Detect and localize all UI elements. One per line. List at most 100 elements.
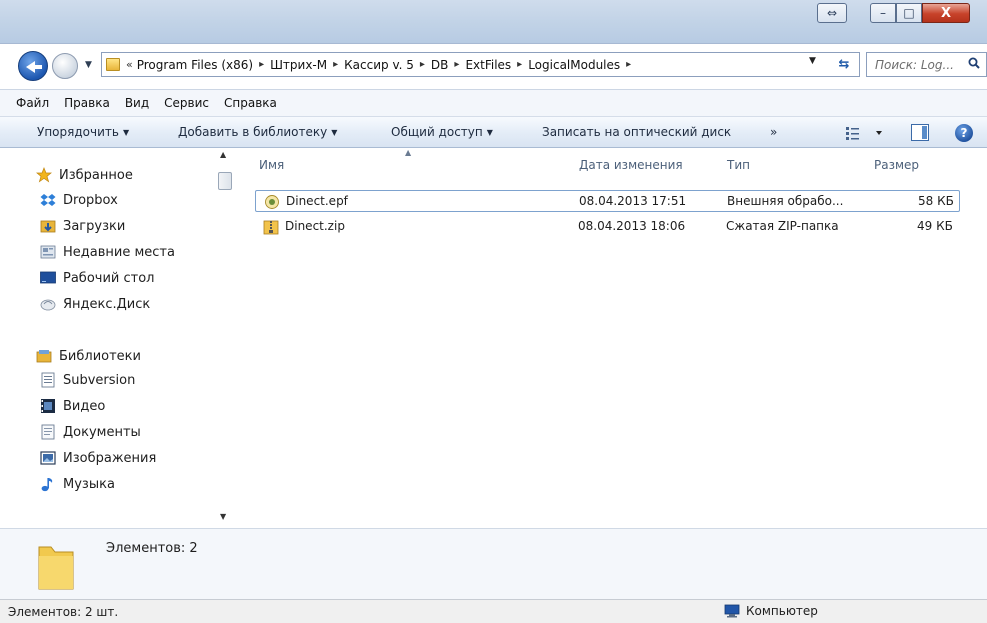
- nav-favorites-label: Избранное: [59, 167, 133, 183]
- maximize-button[interactable]: □: [896, 3, 922, 23]
- nav-item-yandex-disk[interactable]: Яндекс.Диск: [40, 294, 150, 314]
- nav-item-documents[interactable]: Документы: [40, 422, 141, 442]
- minimize-button[interactable]: –: [870, 3, 896, 23]
- file-name: Dinect.zip: [285, 219, 345, 233]
- title-bar: ⇔ – □ X: [0, 0, 987, 44]
- breadcrumb-item[interactable]: Штрих-М: [270, 58, 327, 72]
- library-document-icon: [41, 372, 55, 388]
- chevron-down-icon: ▼: [122, 128, 130, 137]
- documents-icon: [41, 424, 55, 440]
- navigation-scrollbar[interactable]: ▲ ▼: [216, 148, 234, 528]
- breadcrumb-separator-icon[interactable]: ▸: [333, 59, 338, 70]
- burn-label: Записать на оптический диск: [542, 125, 732, 139]
- menu-tools[interactable]: Сервис: [164, 96, 209, 110]
- nav-item-video[interactable]: Видео: [40, 396, 105, 416]
- computer-icon: [724, 604, 740, 618]
- folder-icon: [38, 546, 74, 590]
- file-date: 08.04.2013 18:06: [578, 219, 686, 233]
- nav-item-recent[interactable]: Недавние места: [40, 242, 175, 262]
- yandex-disk-icon: [40, 299, 56, 311]
- star-icon: [36, 167, 52, 183]
- breadcrumb-item[interactable]: Кассир v. 5: [344, 58, 414, 72]
- nav-item-dropbox[interactable]: Dropbox: [40, 190, 118, 210]
- nav-item-music[interactable]: Музыка: [40, 474, 115, 494]
- resize-button[interactable]: ⇔: [817, 3, 847, 23]
- menu-bar: Файл Правка Вид Сервис Справка: [0, 89, 987, 117]
- forward-button[interactable]: [52, 53, 78, 79]
- explorer-window: ⇔ – □ X ▼ « Program Files (x86) ▸ Штрих-…: [0, 0, 987, 623]
- address-bar[interactable]: « Program Files (x86) ▸ Штрих-М ▸ Кассир…: [101, 52, 860, 77]
- nav-item-label: Загрузки: [63, 218, 126, 234]
- file-size: 58 КБ: [918, 194, 954, 208]
- nav-item-label: Изображения: [63, 450, 157, 466]
- nav-item-label: Рабочий стол: [63, 270, 155, 286]
- column-header-date[interactable]: Дата изменения: [579, 158, 683, 172]
- nav-item-downloads[interactable]: Загрузки: [40, 216, 125, 236]
- menu-file[interactable]: Файл: [16, 96, 49, 110]
- file-date: 08.04.2013 17:51: [579, 194, 687, 208]
- breadcrumb-separator-icon[interactable]: ▸: [259, 59, 264, 70]
- file-row[interactable]: Dinect.epf 08.04.2013 17:51 Внешняя обра…: [255, 190, 960, 212]
- nav-item-pictures[interactable]: Изображения: [40, 448, 156, 468]
- history-dropdown-icon[interactable]: ▼: [85, 60, 92, 70]
- epf-file-icon: [265, 195, 279, 209]
- breadcrumb-item[interactable]: ExtFiles: [465, 58, 511, 72]
- breadcrumb-item[interactable]: LogicalModules: [528, 58, 620, 72]
- status-location-label: Компьютер: [746, 604, 818, 618]
- nav-item-label: Документы: [63, 424, 141, 440]
- menu-view[interactable]: Вид: [125, 96, 149, 110]
- pictures-icon: [40, 451, 56, 465]
- nav-item-subversion[interactable]: Subversion: [40, 370, 135, 390]
- nav-libraries[interactable]: Библиотеки: [36, 346, 141, 366]
- share-button[interactable]: Общий доступ ▼: [391, 125, 493, 139]
- help-icon[interactable]: ?: [955, 124, 973, 142]
- close-button[interactable]: X: [922, 3, 970, 23]
- search-icon[interactable]: [968, 57, 980, 69]
- chevron-down-icon: ▼: [486, 128, 493, 137]
- nav-item-label: Видео: [63, 398, 106, 414]
- navigation-pane: Избранное Dropbox Загрузки Недавние мест…: [0, 148, 238, 528]
- folder-icon: [106, 58, 120, 71]
- command-bar: Упорядочить ▼ Добавить в библиотеку ▼ Общи…: [0, 117, 987, 148]
- refresh-icon[interactable]: ⇆: [832, 53, 856, 75]
- burn-button[interactable]: Записать на оптический диск: [542, 125, 731, 139]
- address-dropdown-icon[interactable]: ▼: [809, 56, 816, 66]
- scroll-up-icon[interactable]: ▲: [220, 150, 226, 159]
- back-button[interactable]: [18, 51, 48, 81]
- breadcrumb-separator-icon[interactable]: ▸: [454, 59, 459, 70]
- column-header-name[interactable]: Имя: [259, 158, 284, 172]
- file-size: 49 КБ: [917, 219, 953, 233]
- preview-pane-icon[interactable]: [911, 124, 929, 141]
- add-to-library-button[interactable]: Добавить в библиотеку ▼: [178, 125, 337, 139]
- organize-button[interactable]: Упорядочить ▼: [37, 125, 129, 139]
- more-commands-button[interactable]: »: [770, 125, 777, 139]
- menu-help[interactable]: Справка: [224, 96, 277, 110]
- file-type: Сжатая ZIP-папка: [726, 219, 839, 233]
- breadcrumb-item[interactable]: Program Files (x86): [137, 58, 253, 72]
- nav-item-label: Музыка: [63, 476, 115, 492]
- file-name: Dinect.epf: [286, 194, 348, 208]
- breadcrumb-overflow[interactable]: «: [126, 58, 133, 71]
- scroll-thumb[interactable]: [218, 172, 232, 190]
- desktop-icon: [40, 271, 56, 284]
- scroll-down-icon[interactable]: ▼: [220, 512, 226, 521]
- nav-item-label: Subversion: [63, 372, 136, 388]
- breadcrumb-separator-icon[interactable]: ▸: [517, 59, 522, 70]
- dropbox-icon: [40, 194, 56, 206]
- nav-item-label: Яндекс.Диск: [63, 296, 151, 312]
- add-to-library-label: Добавить в библиотеку: [178, 125, 328, 139]
- column-header-type[interactable]: Тип: [727, 158, 750, 172]
- nav-item-desktop[interactable]: Рабочий стол: [40, 268, 154, 288]
- breadcrumb-separator-icon[interactable]: ▸: [626, 59, 631, 70]
- nav-favorites[interactable]: Избранное: [36, 165, 133, 185]
- change-view-icon[interactable]: [844, 125, 884, 141]
- chevron-down-icon: ▼: [331, 128, 338, 137]
- breadcrumb-separator-icon[interactable]: ▸: [420, 59, 425, 70]
- breadcrumb-item[interactable]: DB: [431, 58, 448, 72]
- status-location: Компьютер: [724, 604, 818, 618]
- zip-folder-icon: [263, 220, 279, 235]
- details-pane: Элементов: 2: [0, 528, 987, 599]
- menu-edit[interactable]: Правка: [64, 96, 110, 110]
- column-header-size[interactable]: Размер: [874, 158, 919, 172]
- file-row[interactable]: Dinect.zip 08.04.2013 18:06 Сжатая ZIP-п…: [255, 216, 960, 238]
